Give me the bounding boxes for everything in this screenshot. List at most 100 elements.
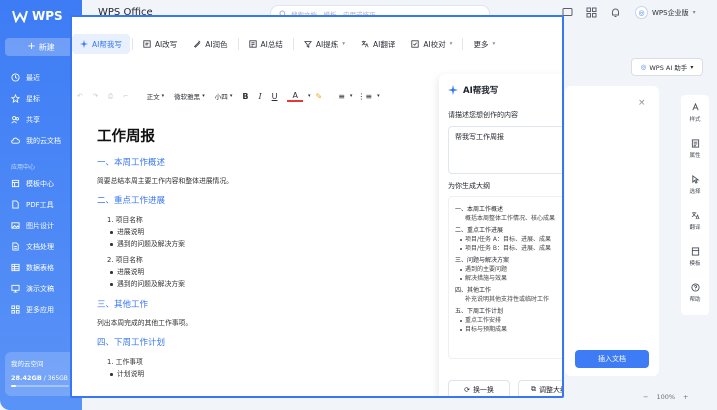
document-body[interactable]: 工作周报 一、本周工作概述 简要总结本周主要工作内容和整体进展情况。 二、重点工…	[97, 125, 427, 380]
paragraph: 列出本周完成的其他工作事项。	[97, 319, 193, 327]
sidebar-item-label: PDF工具	[26, 200, 54, 209]
outline-box[interactable]: 一、本周工作概述 概括本周整体工作情况、核心成果 二、重点工作进展 项目/任务 A：目…	[448, 196, 562, 359]
sidebar-item-label: 演示文稿	[26, 284, 54, 293]
storage-title: 我的云空间	[11, 360, 44, 368]
ai-write-panel: AI帮我写 请描述您想创作的内容 帮我写工作周报 为你生成大纲 一、本周工作概述…	[439, 74, 562, 396]
proofread-icon	[411, 40, 419, 48]
refresh-icon: ⟳	[464, 385, 470, 394]
polish-icon	[194, 40, 201, 48]
new-button[interactable]: + 新建	[5, 38, 77, 56]
enterprise-label: WPS企业版	[652, 8, 689, 17]
underline-icon[interactable]: U	[267, 92, 283, 101]
tab-label: AI润色	[205, 39, 228, 49]
adjust-label: 调整大纲	[539, 385, 562, 394]
bold-icon[interactable]: B	[237, 92, 253, 101]
italic-icon[interactable]: I	[253, 92, 266, 101]
rail-item-label: 模板	[689, 261, 701, 267]
storage-used: 28.42GB	[11, 374, 42, 382]
plus-icon: +	[27, 41, 36, 52]
font-size-select[interactable]: 小四 ▾	[210, 91, 238, 101]
bullet-item: 遇到的问题及解决方案	[97, 238, 427, 250]
wps-window: WPS + 新建 最近 星标 共享 我的云文档 应用中心 模板中心 PDF工具 …	[0, 0, 717, 410]
format-painter-icon[interactable]: ⌐	[118, 92, 133, 100]
sidebar-item-label: 共享	[26, 115, 40, 124]
tab-ai-summary[interactable]: AI总结	[241, 34, 291, 54]
grid-apps-icon[interactable]	[586, 7, 597, 18]
align-icon[interactable]: ≡	[333, 92, 350, 101]
font-color-icon[interactable]: A	[287, 91, 303, 102]
tab-ai-polish[interactable]: AI润色	[185, 34, 235, 54]
doc-process-icon	[12, 242, 19, 251]
tab-label: AI总结	[260, 39, 283, 49]
tab-ai-translate[interactable]: AI翻译	[353, 34, 403, 54]
outline-sub-item: 项目/任务 A：目标、进展、成果	[455, 235, 562, 244]
slides-icon	[11, 284, 20, 293]
rail-item-template[interactable]: 模板	[681, 239, 709, 275]
rail-item-translate[interactable]: 翻译	[681, 203, 709, 239]
tab-label: AI改写	[154, 39, 178, 49]
chevron-down-icon[interactable]: ▾	[377, 93, 380, 99]
template-rail-icon	[691, 247, 699, 256]
bullet-item: 进展说明	[97, 226, 427, 238]
chevron-down-icon: ▾	[492, 41, 496, 47]
tab-ai-write[interactable]: AI帮我写	[72, 34, 130, 54]
adjust-outline-button[interactable]: ⧉ 调整大纲	[518, 380, 562, 396]
editor-frame: AI帮我写 AI改写 AI润色 AI总结 AI提炼 ▾ AI翻译 AI校对 ▾ …	[70, 15, 564, 398]
ai-assistant-icon: ◎	[640, 63, 647, 71]
prompt-input[interactable]: 帮我写工作周报	[448, 126, 562, 174]
cloud-storage-card[interactable]: 我的云空间 28.42GB / 365GB	[5, 352, 77, 396]
tab-label: AI帮我写	[92, 39, 122, 49]
zoom-control[interactable]: − 100% +	[643, 393, 689, 401]
enterprise-account[interactable]: ◎ WPS企业版 ▾	[635, 6, 696, 19]
undo-icon[interactable]: ↶	[72, 92, 87, 100]
storage-progress-fill	[11, 385, 16, 387]
document-title: 工作周报	[97, 129, 155, 145]
close-icon[interactable]: ×	[638, 98, 646, 108]
chevron-down-icon: ▾	[342, 41, 345, 47]
rail-item-help[interactable]: 帮助	[681, 275, 709, 311]
rail-item-properties[interactable]: 属性	[681, 131, 709, 167]
font-select[interactable]: 微软雅黑 ▾	[169, 91, 210, 101]
outline-section-title: 一、本周工作概述	[455, 206, 504, 213]
select-icon	[691, 175, 700, 184]
share-icon	[11, 116, 20, 124]
print-icon[interactable]: ⎙	[103, 92, 118, 101]
outline-section-title: 三、问题与解决方案	[455, 257, 510, 264]
tab-ai-rewrite[interactable]: AI改写	[135, 34, 185, 54]
adjust-icon: ⧉	[531, 385, 536, 393]
properties-icon	[691, 139, 699, 148]
sidebar-item-label: 图片设计	[26, 221, 54, 230]
tab-more[interactable]: 更多 ▾	[465, 34, 503, 54]
prompt-input-value: 帮我写工作周报	[455, 133, 504, 141]
bell-icon[interactable]	[610, 7, 621, 18]
outline-sub-item: 遇到的主要问题	[455, 265, 562, 274]
sidebar-item-label: 最近	[26, 73, 40, 82]
rail-item-style[interactable]: 样式	[681, 95, 709, 131]
tab-ai-proofread[interactable]: AI校对 ▾	[403, 34, 460, 54]
tab-label: 更多	[473, 39, 489, 49]
tab-ai-extract[interactable]: AI提炼 ▾	[296, 34, 353, 54]
swap-label: 换一换	[472, 385, 494, 394]
list-icon[interactable]: ⋮≡	[352, 92, 377, 101]
bullet-item: 进展说明	[97, 266, 427, 278]
zoom-in-icon[interactable]: +	[683, 393, 688, 401]
redo-icon[interactable]: ↷	[87, 92, 102, 100]
zoom-out-icon[interactable]: −	[643, 393, 648, 401]
wps-ai-assistant-button[interactable]: ◎ WPS AI 助手 ▾	[631, 58, 703, 76]
outline-section-title: 二、重点工作进展	[455, 227, 504, 234]
section-heading: 二、重点工作进展	[97, 196, 166, 206]
rail-item-select[interactable]: 选择	[681, 167, 709, 203]
wps-logo[interactable]: WPS	[12, 9, 63, 23]
rewrite-icon	[143, 40, 151, 48]
highlight-icon[interactable]: ✎	[310, 92, 327, 101]
insert-document-button[interactable]: 插入文档	[575, 350, 649, 368]
task-item: 2. 项目名称	[107, 256, 143, 264]
rail-item-label: 帮助	[689, 297, 701, 303]
paragraph-style-select[interactable]: 正文 ▾	[142, 91, 170, 101]
outline-label: 为你生成大纲	[448, 182, 490, 190]
ai-panel-title: AI帮我写	[463, 86, 499, 96]
clock-icon	[11, 73, 20, 82]
top-icons	[562, 7, 621, 18]
outline-sub-item: 补充说明其他支持性或临时工作	[465, 296, 550, 303]
swap-button[interactable]: ⟳ 换一换	[448, 380, 510, 396]
